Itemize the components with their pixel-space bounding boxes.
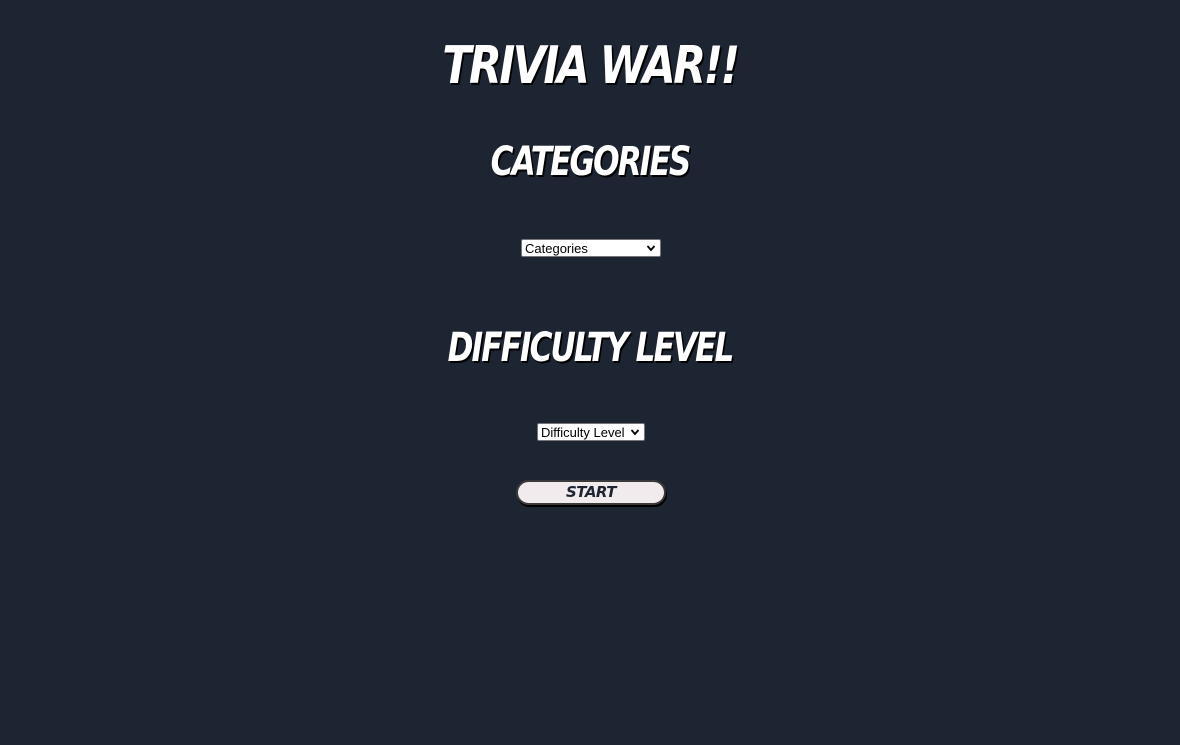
page-title: TRIVIA WAR!! — [442, 36, 740, 96]
chevron-down-icon — [630, 429, 640, 436]
categories-heading: CATEGORIES — [490, 139, 692, 185]
difficulty-select[interactable]: Difficulty Level — [537, 423, 645, 441]
difficulty-heading: DIFFICULTY LEVEL — [447, 325, 735, 371]
categories-select-value: Categories — [525, 240, 588, 256]
trivia-page: TRIVIA WAR!! CATEGORIES Categories DIFFI… — [0, 0, 1180, 745]
difficulty-select-value: Difficulty Level — [541, 424, 625, 440]
start-button[interactable]: START — [516, 480, 666, 505]
chevron-down-icon — [646, 245, 656, 252]
categories-select[interactable]: Categories — [521, 239, 661, 257]
